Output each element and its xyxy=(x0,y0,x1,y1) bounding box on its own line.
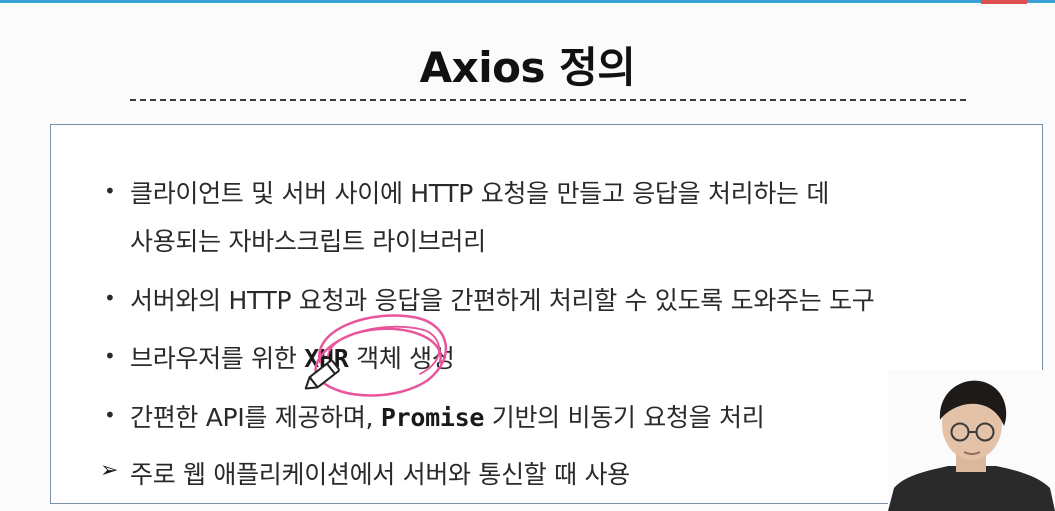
bullet-4-post: 기반의 비동기 요청을 처리 xyxy=(484,403,765,432)
bullet-3-text: 브라우저를 위한 XHR 객체 생성 xyxy=(130,339,455,375)
bullet-marker: • xyxy=(104,286,116,310)
bullet-4-pre: 간편한 API를 제공하며, xyxy=(130,403,381,432)
slide-title: Axios 정의 xyxy=(419,43,636,92)
top-accent-line xyxy=(0,0,1055,3)
bullet-marker: • xyxy=(104,344,116,368)
bullet-2-text: 서버와의 HTTP 요청과 응답을 간편하게 처리할 수 있도록 도와주는 도구 xyxy=(130,286,875,315)
summary-text: 주로 웹 애플리케이션에서 서버와 통신할 때 사용 xyxy=(130,460,630,489)
bullet-marker: • xyxy=(104,403,116,427)
xhr-code: XHR xyxy=(304,344,349,373)
bullet-1-line-1: 클라이언트 및 서버 사이에 HTTP 요청을 만들고 응답을 처리하는 데 xyxy=(130,179,830,208)
bullet-marker: • xyxy=(104,179,116,203)
arrow-marker: ➢ xyxy=(100,458,119,483)
promise-code: Promise xyxy=(380,403,485,432)
top-red-mark xyxy=(981,0,1027,4)
bullet-4-text: 간편한 API를 제공하며, Promise 기반의 비동기 요청을 처리 xyxy=(130,398,765,434)
presenter-video xyxy=(888,370,1055,511)
title-divider xyxy=(130,99,966,101)
slide: Axios 정의 • 클라이언트 및 서버 사이에 HTTP 요청을 만들고 응… xyxy=(0,0,1055,511)
bullet-1-line-2: 사용되는 자바스크립트 라이브러리 xyxy=(130,227,486,256)
bullet-3-pre: 브라우저를 위한 xyxy=(130,344,305,373)
bullet-3-post: 객체 생성 xyxy=(348,344,455,373)
